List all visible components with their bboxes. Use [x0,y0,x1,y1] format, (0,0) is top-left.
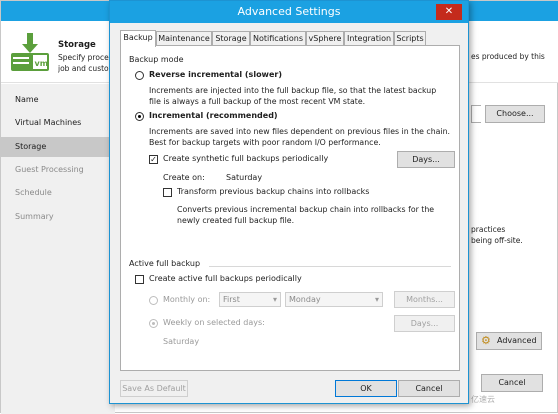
dialog-title-bar: Advanced Settings ✕ [110,1,468,23]
background-step-description-right: es produced by this [471,52,545,61]
path-field-edge[interactable] [471,105,481,123]
reverse-incremental-radio[interactable] [135,71,144,80]
tab-scripts[interactable]: Scripts [394,31,426,46]
gear-icon: ⚙ [481,334,491,347]
months-button[interactable]: Months... [394,291,455,308]
weekly-days-button[interactable]: Days... [394,315,455,332]
advanced-button[interactable]: ⚙ Advanced [476,332,542,350]
weekly-radio[interactable] [149,319,158,328]
monthly-week-select[interactable]: First [219,292,281,307]
tab-storage[interactable]: Storage [212,31,250,46]
cancel-button[interactable]: Cancel [398,380,460,397]
incremental-radio[interactable] [135,112,144,121]
watermark: 亿速云 [471,395,495,404]
background-step-title: Storage [58,40,96,50]
weekly-value: Saturday [163,337,200,346]
synthetic-days-button[interactable]: Days... [397,151,455,168]
transform-rollbacks-checkbox[interactable] [163,188,172,197]
nav-item-storage[interactable]: Storage [1,137,115,157]
monthly-day-select[interactable]: Monday [285,292,383,307]
choose-button[interactable]: Choose... [485,105,545,123]
active-full-label: Active full backup [129,259,201,268]
ok-button[interactable]: OK [335,380,397,397]
close-icon[interactable]: ✕ [436,4,462,20]
practices-text-1: practices [471,225,506,234]
synthetic-full-checkbox[interactable]: ✓ [149,155,158,164]
create-on-label: Create on: [163,173,205,182]
active-full-divider [209,266,451,267]
nav-item-virtual-machines[interactable]: Virtual Machines [1,113,115,133]
tab-maintenance[interactable]: Maintenance [156,31,212,46]
create-on-value: Saturday [226,173,263,182]
monthly-label: Monthly on: [163,295,211,304]
active-full-checkbox[interactable] [135,275,144,284]
tab-vsphere[interactable]: vSphere [306,31,344,46]
nav-item-schedule[interactable]: Schedule [1,183,115,203]
tab-backup[interactable]: Backup [120,30,156,47]
advanced-settings-dialog: Advanced Settings ✕ Backup Maintenance S… [109,0,469,404]
incremental-label[interactable]: Incremental (recommended) [149,111,278,120]
nav-item-name[interactable]: Name [1,90,115,110]
nav-item-guest-processing[interactable]: Guest Processing [1,160,115,180]
tab-integration[interactable]: Integration [344,31,394,46]
transform-rollbacks-description: Converts previous incremental backup cha… [177,205,435,225]
save-as-default-button[interactable]: Save As Default [120,380,188,397]
backup-tab-panel: Backup mode Reverse incremental (slower)… [120,45,460,371]
transform-rollbacks-label[interactable]: Transform previous backup chains into ro… [177,187,369,196]
nav-item-summary[interactable]: Summary [1,207,115,227]
active-full-checkbox-label[interactable]: Create active full backups periodically [149,274,302,283]
advanced-button-label: Advanced [497,336,537,345]
dialog-title: Advanced Settings [237,5,341,18]
incremental-description: Increments are saved into new files depe… [149,127,451,147]
svg-text:vm: vm [35,59,49,68]
reverse-incremental-label[interactable]: Reverse incremental (slower) [149,70,282,79]
reverse-incremental-description: Increments are injected into the full ba… [149,86,437,106]
storage-vm-icon: vm [11,33,49,71]
synthetic-full-label[interactable]: Create synthetic full backups periodical… [163,154,328,163]
wizard-nav: Name Virtual Machines Storage Guest Proc… [1,84,115,414]
background-cancel-button[interactable]: Cancel [481,374,543,392]
practices-text-2: being off-site. [471,236,523,245]
tab-notifications[interactable]: Notifications [250,31,306,46]
weekly-label: Weekly on selected days: [163,318,265,327]
monthly-radio[interactable] [149,296,158,305]
backup-mode-label: Backup mode [129,55,184,64]
